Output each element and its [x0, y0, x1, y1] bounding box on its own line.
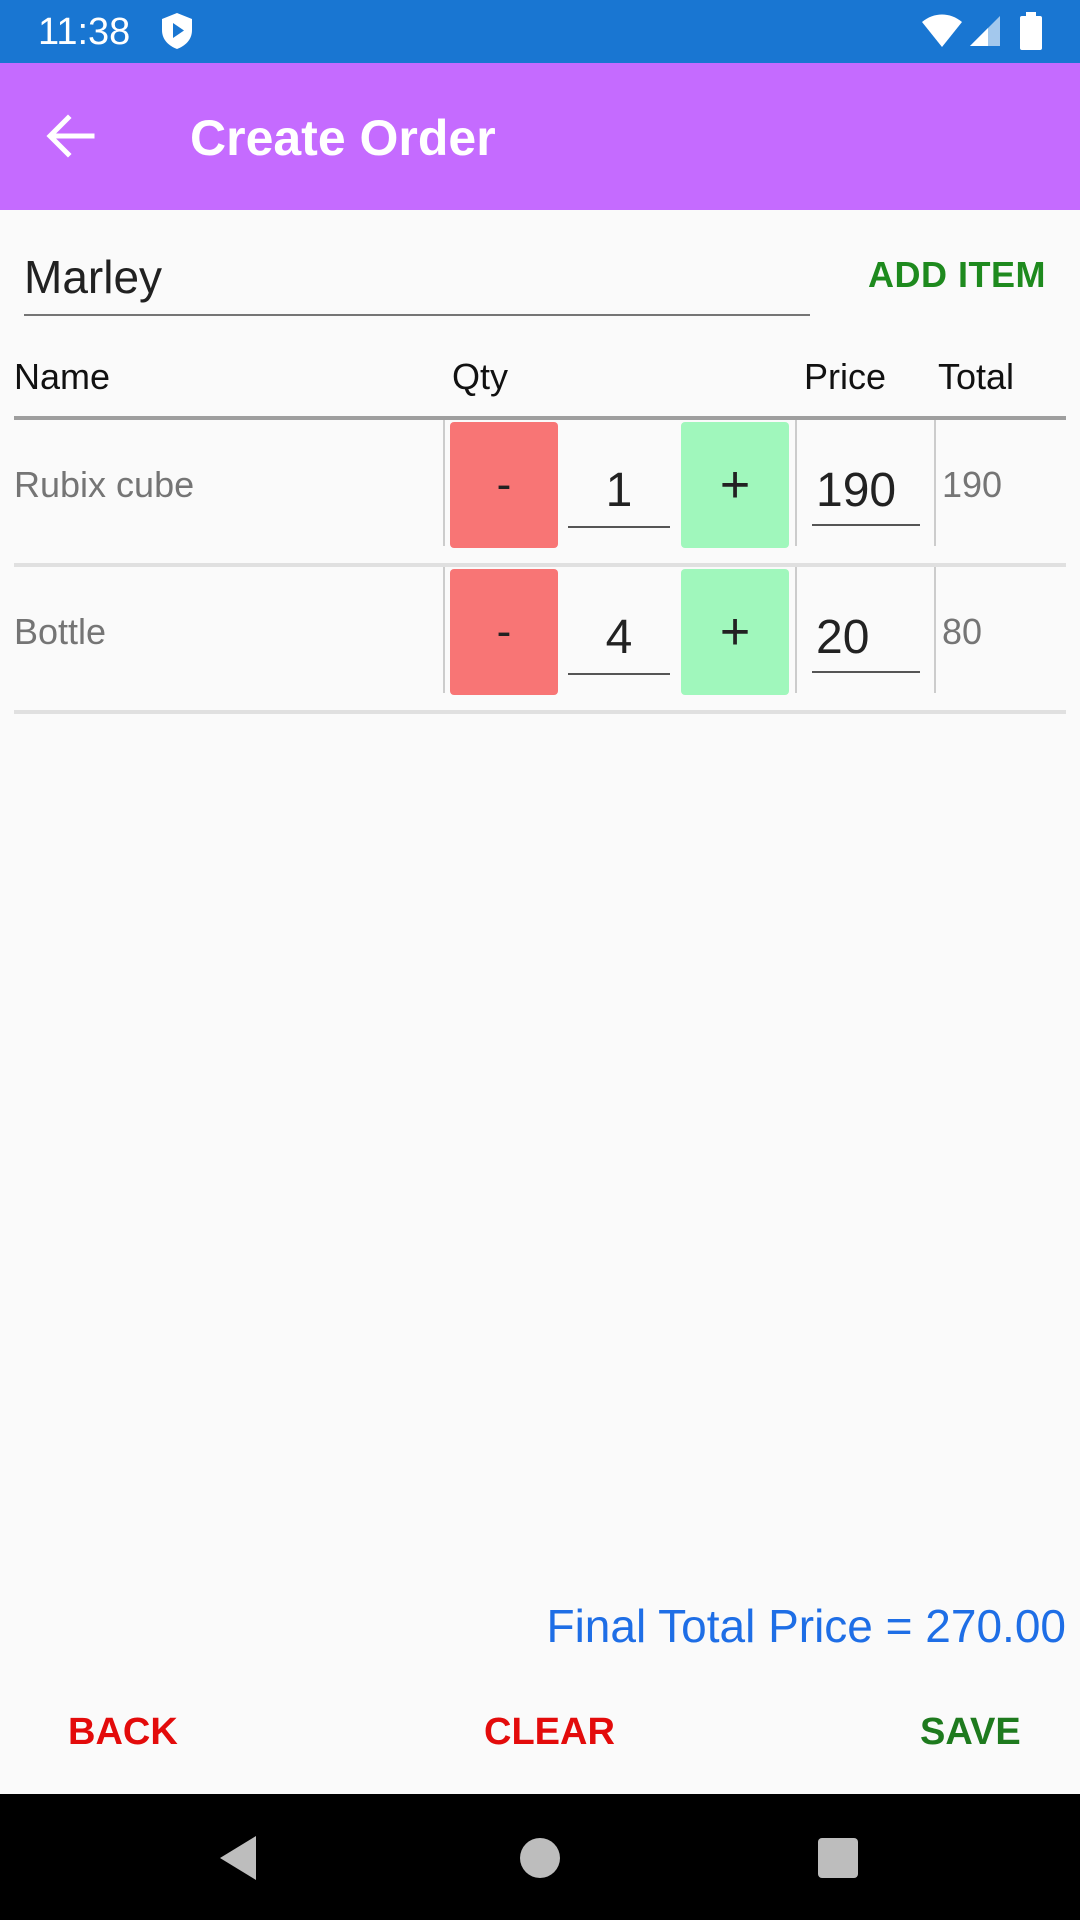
- column-divider: [795, 567, 797, 693]
- column-divider: [795, 420, 797, 546]
- increase-qty-button[interactable]: +: [681, 422, 789, 548]
- column-divider: [443, 567, 445, 693]
- item-name: Rubix cube: [14, 464, 195, 505]
- nav-back-icon[interactable]: [216, 1834, 260, 1882]
- qty-field[interactable]: 4: [568, 603, 670, 675]
- header-qty: Qty: [452, 356, 509, 397]
- column-divider: [934, 420, 936, 546]
- status-time: 11:38: [38, 11, 131, 53]
- header-name: Name: [14, 356, 111, 397]
- add-item-button[interactable]: ADD ITEM: [868, 254, 1046, 296]
- clear-button[interactable]: CLEAR: [484, 1710, 615, 1754]
- nav-recents-icon[interactable]: [818, 1838, 858, 1878]
- back-button[interactable]: BACK: [68, 1710, 178, 1754]
- page-title: Create Order: [190, 110, 496, 166]
- qty-field[interactable]: 1: [568, 456, 670, 528]
- decrease-qty-button[interactable]: -: [450, 569, 558, 695]
- save-button[interactable]: SAVE: [920, 1710, 1021, 1754]
- battery-icon: [1020, 12, 1042, 50]
- increase-qty-button[interactable]: +: [681, 569, 789, 695]
- header-price: Price: [804, 356, 887, 397]
- shield-icon: [162, 13, 192, 49]
- row-divider: [14, 710, 1066, 714]
- price-field[interactable]: 190: [812, 456, 920, 526]
- app-bar: [0, 63, 1080, 210]
- item-name: Bottle: [14, 611, 107, 652]
- table-row: Bottle - 4 + 20 80: [0, 567, 1080, 713]
- wifi-icon: [922, 14, 962, 47]
- arrow-back-icon[interactable]: [44, 110, 96, 162]
- table-row: Rubix cube - 1 + 190 190: [0, 420, 1080, 566]
- decrease-qty-button[interactable]: -: [450, 422, 558, 548]
- header-total: Total: [938, 356, 1015, 397]
- item-total: 190: [942, 464, 1003, 505]
- nav-home-icon[interactable]: [520, 1838, 560, 1878]
- final-total-price: Final Total Price = 270.00: [546, 1600, 1066, 1652]
- price-field[interactable]: 20: [812, 603, 920, 673]
- item-total: 80: [942, 611, 983, 652]
- cellular-signal-icon: [970, 16, 1000, 46]
- customer-name-input[interactable]: Marley: [24, 240, 810, 316]
- column-divider: [443, 420, 445, 546]
- column-divider: [934, 567, 936, 693]
